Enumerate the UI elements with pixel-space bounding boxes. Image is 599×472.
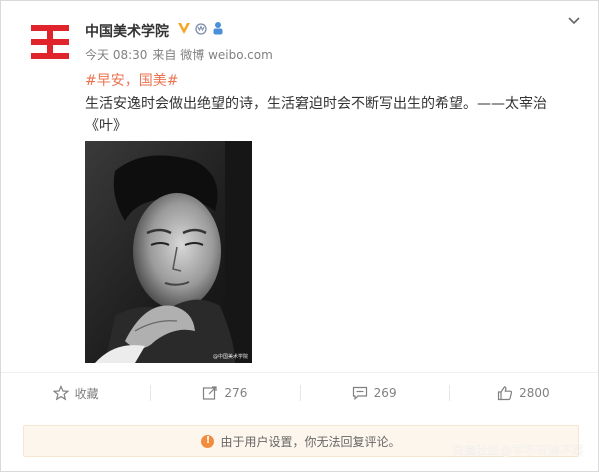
vip-crown-icon — [195, 23, 207, 35]
weibo-post-card: 中国美术学院 今天 08:30 来自 微博 weibo.com #早安，国美# … — [0, 0, 599, 472]
notice-text: 由于用户设置，你无法回复评论。 — [220, 434, 401, 449]
post-photo[interactable]: @中国美术学院 — [85, 141, 252, 363]
source-prefix: 来自 — [152, 48, 177, 62]
repost-icon — [203, 386, 218, 400]
like-count: 2800 — [519, 386, 550, 400]
action-bar: 收藏 276 269 2800 — [1, 373, 598, 413]
post-source[interactable]: 微博 weibo.com — [180, 48, 273, 62]
repost-button[interactable]: 276 — [150, 373, 299, 413]
avatar[interactable] — [25, 17, 75, 67]
verified-icon — [178, 23, 190, 34]
favorite-button[interactable]: 收藏 — [1, 373, 150, 413]
like-button[interactable]: 2800 — [448, 373, 598, 413]
favorite-label: 收藏 — [74, 386, 99, 401]
author-name[interactable]: 中国美术学院 — [85, 21, 169, 41]
photo-caption: @中国美术学院 — [212, 354, 248, 360]
warning-icon: ! — [201, 434, 215, 448]
topic-tag[interactable]: #早安，国美# — [85, 73, 178, 89]
chevron-down-icon[interactable] — [566, 13, 582, 29]
star-icon — [52, 385, 69, 401]
topic-tags: #早安，国美# — [85, 70, 184, 90]
comment-button[interactable]: 269 — [299, 373, 449, 413]
repost-count: 276 — [224, 386, 248, 400]
comment-count: 269 — [373, 386, 397, 400]
site-watermark: 凤凰社区@字不可消不芸 — [451, 444, 584, 458]
author-badges — [177, 20, 225, 36]
comment-icon — [352, 386, 367, 401]
member-icon — [213, 22, 223, 35]
post-time[interactable]: 今天 08:30 — [85, 46, 147, 63]
thumbs-up-icon — [497, 386, 513, 401]
post-meta: 今天 08:30 来自 微博 weibo.com — [85, 46, 273, 63]
post-text: 生活安逸时会做出绝望的诗，生活窘迫时会不断写出生的希望。——太宰治《叶》 — [85, 96, 547, 134]
portrait-image — [85, 141, 252, 363]
